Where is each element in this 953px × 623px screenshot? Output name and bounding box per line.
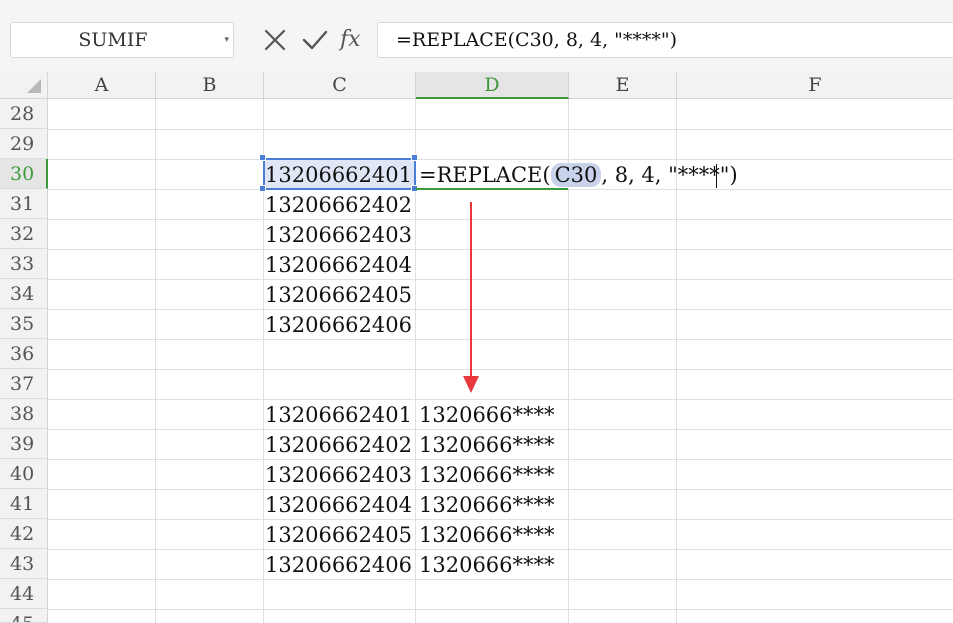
- cell-c39[interactable]: 13206662402: [264, 430, 414, 460]
- cell-c35[interactable]: 13206662406: [264, 310, 414, 340]
- formula-input[interactable]: =REPLACE(C30, 8, 4, "****"): [377, 22, 953, 58]
- gridline: [48, 129, 953, 130]
- chevron-down-icon[interactable]: ▾: [224, 23, 229, 57]
- column-header-a[interactable]: A: [48, 72, 156, 99]
- row-header[interactable]: 35: [0, 309, 48, 339]
- gridline: [48, 279, 953, 280]
- select-all-corner[interactable]: [0, 72, 48, 99]
- select-all-icon: [27, 79, 41, 93]
- text-cursor: [716, 164, 717, 188]
- row-header[interactable]: 42: [0, 519, 48, 549]
- gridline: [48, 369, 953, 370]
- cell-c38[interactable]: 13206662401: [264, 400, 414, 430]
- gridline: [155, 99, 156, 623]
- cell-reference-chip[interactable]: C30: [550, 163, 602, 187]
- row-header[interactable]: 37: [0, 369, 48, 399]
- row-header[interactable]: 36: [0, 339, 48, 369]
- cell-c43[interactable]: 13206662406: [264, 550, 414, 580]
- fx-icon[interactable]: fx: [340, 25, 368, 55]
- cell-d43[interactable]: 1320666****: [419, 550, 589, 580]
- name-box-value: SUMIF: [78, 29, 148, 51]
- check-icon[interactable]: [301, 26, 329, 54]
- row-header[interactable]: 29: [0, 129, 48, 159]
- cell-c34[interactable]: 13206662405: [264, 280, 414, 310]
- name-box[interactable]: SUMIF ▾: [10, 22, 234, 58]
- down-arrow-icon: [463, 202, 479, 393]
- column-header-f[interactable]: F: [677, 72, 953, 99]
- cell-c42[interactable]: 13206662405: [264, 520, 414, 550]
- gridline: [48, 249, 953, 250]
- row-header[interactable]: 39: [0, 429, 48, 459]
- cell-d40[interactable]: 1320666****: [419, 460, 589, 490]
- row-header[interactable]: 33: [0, 249, 48, 279]
- column-header-c[interactable]: C: [264, 72, 416, 99]
- cell-c31[interactable]: 13206662402: [264, 190, 414, 220]
- in-cell-formula[interactable]: =REPLACE(C30, 8, 4, "****"): [419, 160, 739, 190]
- row-header[interactable]: 40: [0, 459, 48, 489]
- cell-c32[interactable]: 13206662403: [264, 220, 414, 250]
- cell-d38[interactable]: 1320666****: [419, 400, 589, 430]
- column-header-e[interactable]: E: [569, 72, 677, 99]
- row-header[interactable]: 31: [0, 189, 48, 219]
- row-header[interactable]: 43: [0, 549, 48, 579]
- cell-d41[interactable]: 1320666****: [419, 490, 589, 520]
- row-header-active[interactable]: 30: [0, 159, 48, 189]
- row-header[interactable]: 28: [0, 99, 48, 129]
- cell-c30[interactable]: 13206662401: [264, 160, 414, 190]
- cell-c40[interactable]: 13206662403: [264, 460, 414, 490]
- gridline: [48, 219, 953, 220]
- row-header[interactable]: 45: [0, 609, 48, 623]
- cell-d39[interactable]: 1320666****: [419, 430, 589, 460]
- formula-prefix: =REPLACE(: [419, 163, 551, 187]
- gridline: [48, 609, 953, 610]
- cell-d42[interactable]: 1320666****: [419, 520, 589, 550]
- row-header[interactable]: 38: [0, 399, 48, 429]
- formula-bar: SUMIF ▾ fx =REPLACE(C30, 8, 4, "****"): [0, 0, 953, 72]
- close-icon[interactable]: [262, 26, 288, 54]
- cell-c33[interactable]: 13206662404: [264, 250, 414, 280]
- gridline: [48, 309, 953, 310]
- gridline: [48, 339, 953, 340]
- row-header[interactable]: 41: [0, 489, 48, 519]
- row-header[interactable]: 32: [0, 219, 48, 249]
- formula-suffix: , 8, 4, "****"): [601, 163, 738, 187]
- column-header-d[interactable]: D: [416, 72, 569, 99]
- row-header[interactable]: 44: [0, 579, 48, 609]
- cell-c41[interactable]: 13206662404: [264, 490, 414, 520]
- column-header-b[interactable]: B: [156, 72, 264, 99]
- row-header[interactable]: 34: [0, 279, 48, 309]
